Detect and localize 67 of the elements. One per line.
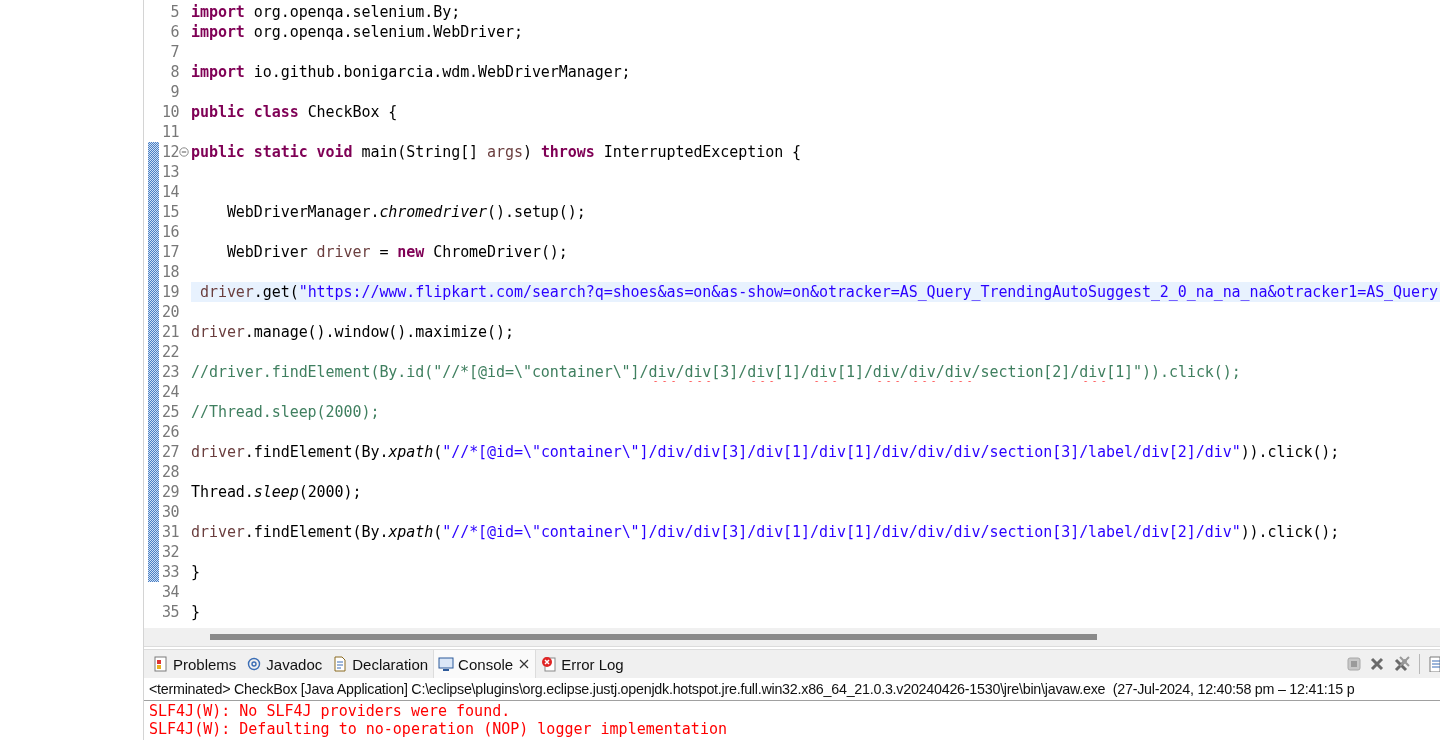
- code-line: }: [191, 603, 200, 621]
- line-number: 23: [160, 363, 179, 381]
- code-line: driver.findElement(By.xpath("//*[@id=\"container\"]/div/div[3]/div[1]/div[1]/div/div/div/section[3]/label/div[2]/div")).click();: [191, 443, 1340, 461]
- line-number: 34: [160, 583, 179, 601]
- line-number: 14: [160, 183, 179, 201]
- collapse-icon[interactable]: [179, 147, 189, 157]
- line-number: 6: [169, 23, 179, 41]
- code-line: //driver.findElement(By.id("//*[@id=\"container\"]/div/div[3]/div[1]/div[1]/div/div/div/section[2]/div[1]")).click();: [191, 363, 1241, 381]
- at-sign-icon: [246, 656, 263, 672]
- document-icon[interactable]: [1428, 656, 1440, 672]
- line-number: 13: [160, 163, 179, 181]
- console-line: SLF4J(W): Defaulting to no-operation (NOP) logger implementation: [149, 720, 728, 738]
- console-line: SLF4J(W): No SLF4J providers were found.: [149, 702, 512, 720]
- code-line: }: [191, 563, 200, 581]
- console-status: <terminated> CheckBox [Java Application] C:\eclipse\plugins\org.eclipse.justj.openjdk.hotspot.jre.full.win32.x86_64_21.0.3.v20240426-1530\jre\bin\javaw.exe (27-Jul-2024, 12:40:58 pm – 12:41:15 p: [144, 678, 1440, 701]
- code-line: public static void main(String[] args) throws InterruptedException {: [191, 143, 802, 161]
- line-number: 35: [160, 603, 179, 621]
- line-number: 30: [160, 503, 179, 521]
- panel-tab[interactable]: Problems: [148, 650, 242, 678]
- error-log-icon: [541, 656, 558, 672]
- code-line: WebDriver driver = new ChromeDriver();: [225, 243, 568, 261]
- code-line: Thread.sleep(2000);: [191, 483, 362, 501]
- monitor-icon: [438, 656, 455, 672]
- line-number: 19: [160, 283, 179, 301]
- line-number: 31: [160, 523, 179, 541]
- panel-tab[interactable]: Console: [433, 650, 537, 678]
- code-line: import org.openqa.selenium.By;: [191, 3, 461, 21]
- stop-icon[interactable]: [1347, 657, 1361, 671]
- line-number: 28: [160, 463, 179, 481]
- line-number: 24: [160, 383, 179, 401]
- line-number: 26: [160, 423, 179, 441]
- problems-icon: [153, 656, 169, 672]
- line-number: 27: [160, 443, 179, 461]
- line-number: 18: [160, 263, 179, 281]
- line-number: 8: [169, 63, 179, 81]
- line-number: 11: [160, 123, 179, 141]
- line-number: 25: [160, 403, 179, 421]
- line-number: 9: [169, 83, 179, 101]
- code-line: import org.openqa.selenium.WebDriver;: [191, 23, 523, 41]
- panel-tab[interactable]: Javadoc: [241, 650, 328, 678]
- line-number: 10: [160, 103, 179, 121]
- code-line: driver.findElement(By.xpath("//*[@id=\"container\"]/div/div[3]/div[1]/div[1]/div/div/div/section[3]/label/div[2]/div")).click();: [191, 523, 1340, 541]
- remove-all-icon[interactable]: [1393, 655, 1411, 673]
- code-line: public class CheckBox {: [191, 103, 398, 121]
- code-line: driver.get("https://www.flipkart.com/search?q=shoes&as=on&as-show=on&otracker=AS_Query_TrendingAutoSuggest_2_0_na_na_na&otracker1=AS_Query: [198, 283, 1438, 301]
- line-number: 20: [160, 303, 179, 321]
- code-line: driver.manage().window().maximize();: [191, 323, 514, 341]
- remove-icon[interactable]: [1369, 656, 1385, 672]
- panel-tab[interactable]: Declaration: [327, 650, 434, 678]
- line-number: 17: [160, 243, 179, 261]
- code-line: import io.github.bonigarcia.wdm.WebDriverManager;: [191, 63, 631, 81]
- document-icon: [332, 656, 349, 672]
- scrollbar-thumb[interactable]: [210, 634, 1097, 640]
- code-line: //Thread.sleep(2000);: [191, 403, 380, 421]
- code-line: WebDriverManager.chromedriver().setup();: [225, 203, 586, 221]
- line-number: 12: [160, 143, 179, 161]
- line-number: 33: [160, 563, 179, 581]
- line-number: 29: [160, 483, 179, 501]
- line-number: 7: [169, 43, 179, 61]
- line-number: 15: [160, 203, 179, 221]
- line-number: 22: [160, 343, 179, 361]
- line-number: 5: [169, 3, 179, 21]
- line-number: 32: [160, 543, 179, 561]
- panel-tab[interactable]: Error Log: [536, 650, 629, 678]
- horizontal-scrollbar[interactable]: [144, 628, 1440, 647]
- line-number: 16: [160, 223, 179, 241]
- line-number: 21: [160, 323, 179, 341]
